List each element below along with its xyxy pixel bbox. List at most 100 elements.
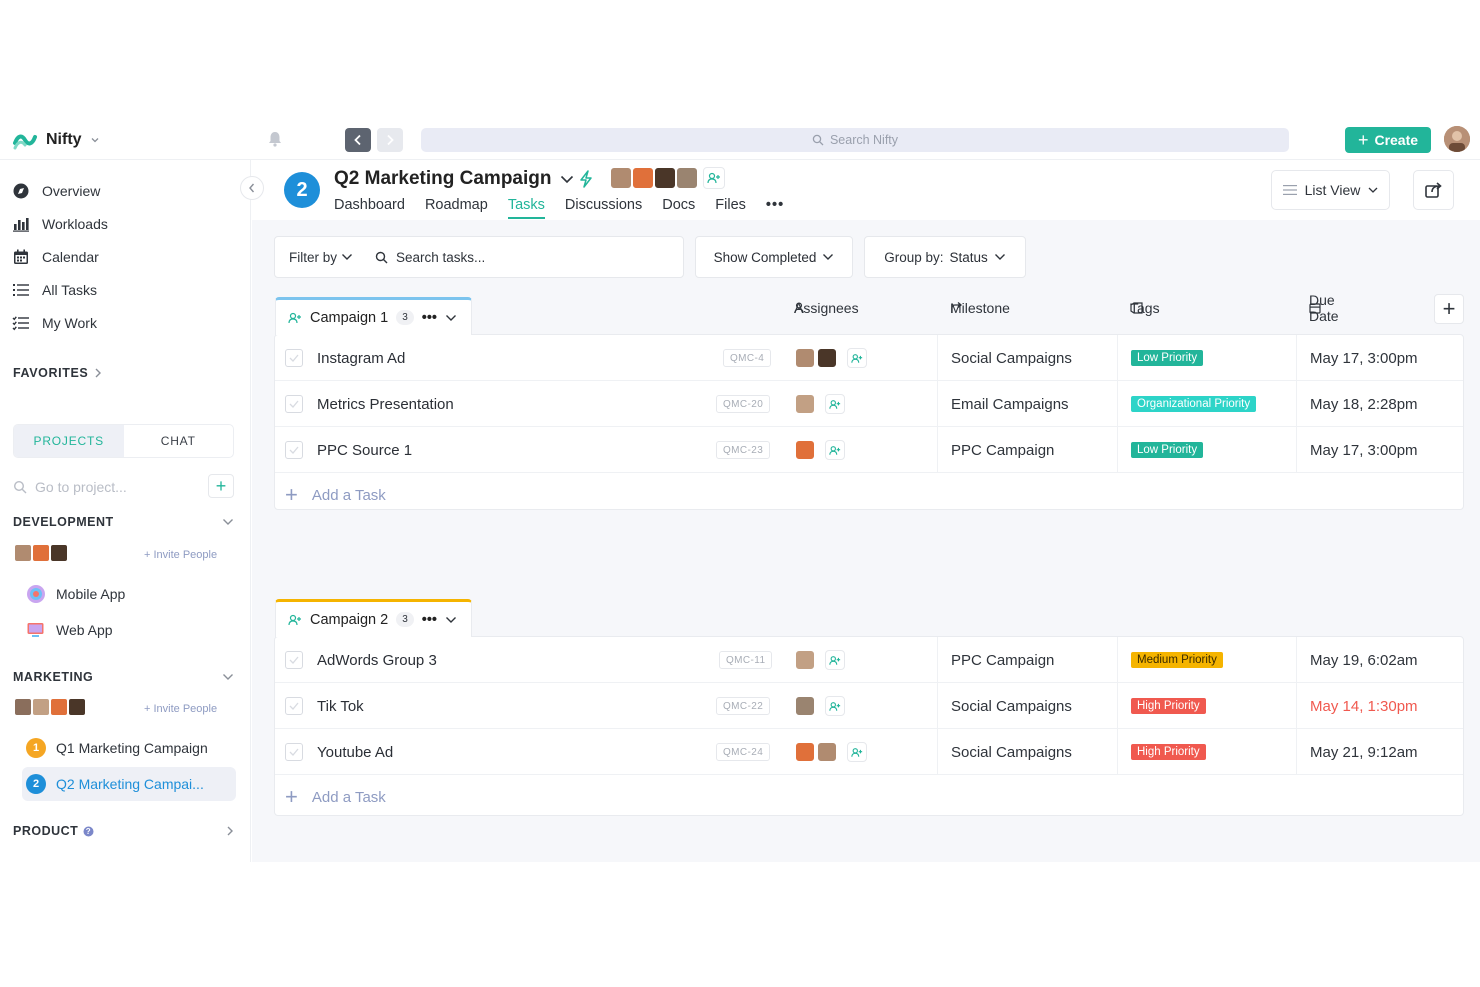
task-milestone[interactable]: PPC Campaign [951, 427, 1054, 473]
project-search-input[interactable]: Go to project... [35, 479, 127, 495]
task-milestone[interactable]: Social Campaigns [951, 335, 1072, 381]
table-row[interactable]: Tik Tok QMC-22 Social Campaigns High Pri… [275, 683, 1463, 729]
group-header[interactable]: Campaign 1 3 ••• [275, 297, 472, 335]
view-switcher[interactable]: List View [1271, 170, 1390, 210]
task-name[interactable]: Metrics Presentation [317, 381, 454, 427]
add-task-button[interactable]: + Add a Task [275, 775, 1463, 819]
task-name[interactable]: AdWords Group 3 [317, 637, 437, 683]
table-row[interactable]: Instagram Ad QMC-4 Social Campaigns Low … [275, 335, 1463, 381]
task-checkbox[interactable] [285, 395, 303, 413]
forward-button[interactable] [377, 128, 403, 152]
task-tag[interactable]: Low Priority [1131, 427, 1204, 473]
task-tag[interactable]: Low Priority [1131, 335, 1204, 381]
table-row[interactable]: Metrics Presentation QMC-20 Email Campai… [275, 381, 1463, 427]
table-row[interactable]: AdWords Group 3 QMC-11 PPC Campaign Medi… [275, 637, 1463, 683]
favorites-toggle[interactable]: FAVORITES [13, 366, 102, 380]
column-header-tags[interactable]: Tags [1130, 300, 1160, 316]
project-item-web-app[interactable]: Web App [22, 613, 236, 647]
collapse-sidebar-button[interactable] [240, 176, 264, 200]
share-button[interactable] [1413, 170, 1454, 210]
tab-docs[interactable]: Docs [662, 197, 695, 219]
task-tag[interactable]: High Priority [1131, 729, 1206, 775]
show-completed-dropdown[interactable]: Show Completed [695, 236, 853, 278]
task-checkbox[interactable] [285, 697, 303, 715]
project-title-dropdown[interactable]: Q2 Marketing Campaign [334, 168, 574, 190]
task-assignees[interactable] [795, 637, 845, 683]
project-item-mobile-app[interactable]: Mobile App [22, 577, 236, 611]
add-assignee-button[interactable] [847, 348, 867, 368]
tab-files[interactable]: Files [715, 197, 746, 219]
add-assignee-button[interactable] [825, 394, 845, 414]
sidebar-item-workloads[interactable]: Workloads [12, 207, 108, 240]
user-avatar[interactable] [1444, 126, 1470, 152]
task-milestone[interactable]: Email Campaigns [951, 381, 1069, 427]
sidebar-item-overview[interactable]: Overview [12, 174, 108, 207]
add-member-button[interactable] [703, 167, 725, 189]
section-marketing[interactable]: MARKETING [13, 670, 234, 684]
project-item-q2-marketing[interactable]: 2 Q2 Marketing Campai... [22, 767, 236, 801]
tab-dashboard[interactable]: Dashboard [334, 197, 405, 219]
section-product[interactable]: PRODUCT ? [13, 824, 234, 838]
add-column-button[interactable]: + [1434, 294, 1464, 324]
task-due-date[interactable]: May 17, 3:00pm [1310, 427, 1418, 473]
filter-by-dropdown[interactable]: Filter by [275, 250, 367, 265]
task-milestone[interactable]: Social Campaigns [951, 683, 1072, 729]
task-due-date[interactable]: May 17, 3:00pm [1310, 335, 1418, 381]
group-header[interactable]: Campaign 2 3 ••• [275, 599, 472, 637]
task-checkbox[interactable] [285, 743, 303, 761]
task-assignees[interactable] [795, 729, 867, 775]
task-due-date[interactable]: May 21, 9:12am [1310, 729, 1418, 775]
group-more-button[interactable]: ••• [422, 310, 437, 326]
invite-people-link[interactable]: + Invite People [144, 703, 217, 715]
column-header-due-date[interactable]: Due Date [1309, 292, 1339, 324]
project-members[interactable] [610, 167, 725, 189]
add-project-button[interactable]: + [208, 474, 234, 498]
task-due-date-overdue[interactable]: May 14, 1:30pm [1310, 683, 1418, 729]
add-assignee-button[interactable] [825, 650, 845, 670]
chevron-down-icon[interactable] [445, 314, 457, 322]
back-button[interactable] [345, 128, 371, 152]
add-assignee-button[interactable] [825, 696, 845, 716]
sidebar-item-all-tasks[interactable]: All Tasks [12, 273, 108, 306]
project-item-q1-marketing[interactable]: 1 Q1 Marketing Campaign [22, 731, 236, 765]
add-task-button[interactable]: + Add a Task [275, 473, 1463, 517]
search-tasks-input[interactable]: Search tasks... [367, 250, 485, 265]
tab-projects[interactable]: PROJECTS [14, 425, 124, 457]
column-header-milestone[interactable]: Milestone [950, 300, 1010, 316]
task-tag[interactable]: Medium Priority [1131, 637, 1223, 683]
tab-tasks[interactable]: Tasks [507, 197, 545, 219]
task-assignees[interactable] [795, 335, 867, 381]
task-assignees[interactable] [795, 427, 845, 473]
add-assignee-button[interactable] [825, 440, 845, 460]
task-milestone[interactable]: Social Campaigns [951, 729, 1072, 775]
table-row[interactable]: Youtube Ad QMC-24 Social Campaigns High … [275, 729, 1463, 775]
task-checkbox[interactable] [285, 441, 303, 459]
chevron-down-icon[interactable] [445, 616, 457, 624]
task-assignees[interactable] [795, 683, 845, 729]
tab-roadmap[interactable]: Roadmap [425, 197, 488, 219]
sidebar-item-my-work[interactable]: My Work [12, 306, 108, 339]
invite-people-link[interactable]: + Invite People [144, 549, 217, 561]
tab-chat[interactable]: CHAT [124, 425, 234, 457]
create-button[interactable]: + Create [1345, 127, 1431, 153]
task-due-date[interactable]: May 18, 2:28pm [1310, 381, 1418, 427]
workspace-switcher[interactable]: Nifty [12, 127, 100, 153]
group-by-dropdown[interactable]: Group by: Status [864, 236, 1026, 278]
task-name[interactable]: Instagram Ad [317, 335, 405, 381]
task-due-date[interactable]: May 19, 6:02am [1310, 637, 1418, 683]
task-checkbox[interactable] [285, 651, 303, 669]
add-assignee-button[interactable] [847, 742, 867, 762]
task-tag[interactable]: High Priority [1131, 683, 1206, 729]
task-name[interactable]: PPC Source 1 [317, 427, 412, 473]
task-name[interactable]: Tik Tok [317, 683, 364, 729]
task-name[interactable]: Youtube Ad [317, 729, 393, 775]
notification-bell-icon[interactable] [266, 130, 284, 148]
automation-bolt-icon[interactable] [578, 170, 594, 188]
development-members[interactable] [14, 544, 68, 562]
marketing-members[interactable] [14, 698, 86, 716]
more-tabs-button[interactable]: ••• [766, 197, 784, 219]
table-row[interactable]: PPC Source 1 QMC-23 PPC Campaign Low Pri… [275, 427, 1463, 473]
group-more-button[interactable]: ••• [422, 612, 437, 628]
task-checkbox[interactable] [285, 349, 303, 367]
global-search-input[interactable]: Search Nifty [421, 128, 1289, 152]
